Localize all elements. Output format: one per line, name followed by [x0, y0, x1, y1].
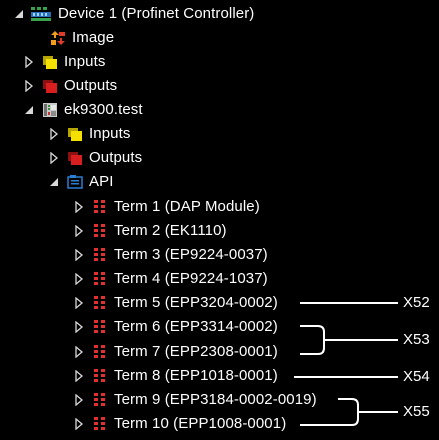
tree-node-term-4[interactable]: Term 4 (EP9224-1037) — [72, 267, 268, 291]
collapse-arrow-icon[interactable] — [47, 170, 61, 194]
tree-node-label: Device 1 (Profinet Controller) — [58, 5, 255, 22]
box-device-icon — [42, 102, 58, 118]
tree-node-term-5[interactable]: Term 5 (EPP3204-0002) — [72, 291, 278, 315]
tree-node-label: Term 5 (EPP3204-0002) — [114, 294, 278, 311]
expand-arrow-icon[interactable] — [72, 195, 86, 219]
tree-node-label: Outputs — [64, 77, 118, 94]
tree-node-ek9300[interactable]: ek9300.test — [22, 98, 143, 122]
annotation-x54: X54 — [403, 368, 430, 385]
outputs-icon — [67, 150, 83, 166]
tree-node-label: API — [89, 173, 114, 190]
terminal-module-icon — [92, 247, 108, 263]
expand-arrow-icon[interactable] — [72, 267, 86, 291]
tree-node-label: Term 3 (EP9224-0037) — [114, 246, 268, 263]
terminal-module-icon — [92, 368, 108, 384]
tree-node-device-1[interactable]: Device 1 (Profinet Controller) — [12, 2, 254, 26]
tree-node-label: Term 6 (EPP3314-0002) — [114, 318, 278, 335]
terminal-module-icon — [92, 295, 108, 311]
tree-node-api[interactable]: API — [47, 170, 113, 194]
expand-arrow-icon[interactable] — [72, 340, 86, 364]
collapse-arrow-icon[interactable] — [12, 2, 26, 26]
tree-node-label: Term 1 (DAP Module) — [114, 198, 260, 215]
collapse-arrow-icon[interactable] — [22, 98, 36, 122]
terminal-module-icon — [92, 392, 108, 408]
expand-arrow-icon[interactable] — [72, 412, 86, 436]
expand-arrow-icon[interactable] — [22, 74, 36, 98]
image-icon — [50, 30, 66, 46]
tree-node-term-10[interactable]: Term 10 (EPP1008-0001) — [72, 412, 286, 436]
tree-node-label: ek9300.test — [64, 101, 143, 118]
solution-tree: Device 1 (Profinet Controller) Image Inp… — [0, 0, 439, 434]
tree-node-term-9[interactable]: Term 9 (EPP3184-0002-0019) — [72, 388, 317, 412]
tree-node-label: Term 10 (EPP1008-0001) — [114, 415, 287, 432]
outputs-icon — [42, 78, 58, 94]
expand-arrow-icon[interactable] — [72, 388, 86, 412]
expand-arrow-icon[interactable] — [72, 219, 86, 243]
tree-node-label: Inputs — [89, 125, 131, 142]
tree-node-label: Term 9 (EPP3184-0002-0019) — [114, 391, 317, 408]
expand-arrow-icon[interactable] — [72, 291, 86, 315]
device-controller-icon — [30, 6, 52, 22]
terminal-module-icon — [92, 271, 108, 287]
tree-node-term-8[interactable]: Term 8 (EPP1018-0001) — [72, 364, 278, 388]
annotation-x53: X53 — [403, 331, 430, 348]
expand-arrow-icon[interactable] — [72, 243, 86, 267]
tree-node-label: Term 4 (EP9224-1037) — [114, 270, 268, 287]
terminal-module-icon — [92, 199, 108, 215]
tree-node-term-2[interactable]: Term 2 (EK1110) — [72, 219, 227, 243]
inputs-icon — [42, 54, 58, 70]
tree-node-label: Term 2 (EK1110) — [114, 222, 227, 239]
expand-arrow-icon[interactable] — [72, 364, 86, 388]
terminal-module-icon — [92, 319, 108, 335]
tree-node-term-3[interactable]: Term 3 (EP9224-0037) — [72, 243, 268, 267]
expand-arrow-icon[interactable] — [22, 50, 36, 74]
api-icon — [67, 174, 83, 190]
tree-node-term-7[interactable]: Term 7 (EPP2308-0001) — [72, 340, 278, 364]
expand-arrow-icon[interactable] — [47, 146, 61, 170]
annotation-x55: X55 — [403, 403, 430, 420]
tree-node-label: Image — [72, 29, 115, 46]
terminal-module-icon — [92, 223, 108, 239]
terminal-module-icon — [92, 344, 108, 360]
tree-node-term-6[interactable]: Term 6 (EPP3314-0002) — [72, 315, 278, 339]
expand-arrow-icon[interactable] — [72, 315, 86, 339]
annotation-x52: X52 — [403, 294, 430, 311]
tree-node-label: Term 8 (EPP1018-0001) — [114, 367, 278, 384]
tree-node-term-1[interactable]: Term 1 (DAP Module) — [72, 195, 260, 219]
tree-node-label: Inputs — [64, 53, 106, 70]
inputs-icon — [67, 126, 83, 142]
tree-node-label: Outputs — [89, 149, 143, 166]
terminal-module-icon — [92, 416, 108, 432]
tree-node-inputs[interactable]: Inputs — [22, 50, 105, 74]
tree-node-ek9300-outputs[interactable]: Outputs — [47, 146, 142, 170]
tree-node-image[interactable]: Image — [30, 26, 114, 50]
tree-node-outputs[interactable]: Outputs — [22, 74, 117, 98]
no-expander — [30, 26, 44, 50]
expand-arrow-icon[interactable] — [47, 122, 61, 146]
tree-node-label: Term 7 (EPP2308-0001) — [114, 343, 278, 360]
tree-node-ek9300-inputs[interactable]: Inputs — [47, 122, 130, 146]
